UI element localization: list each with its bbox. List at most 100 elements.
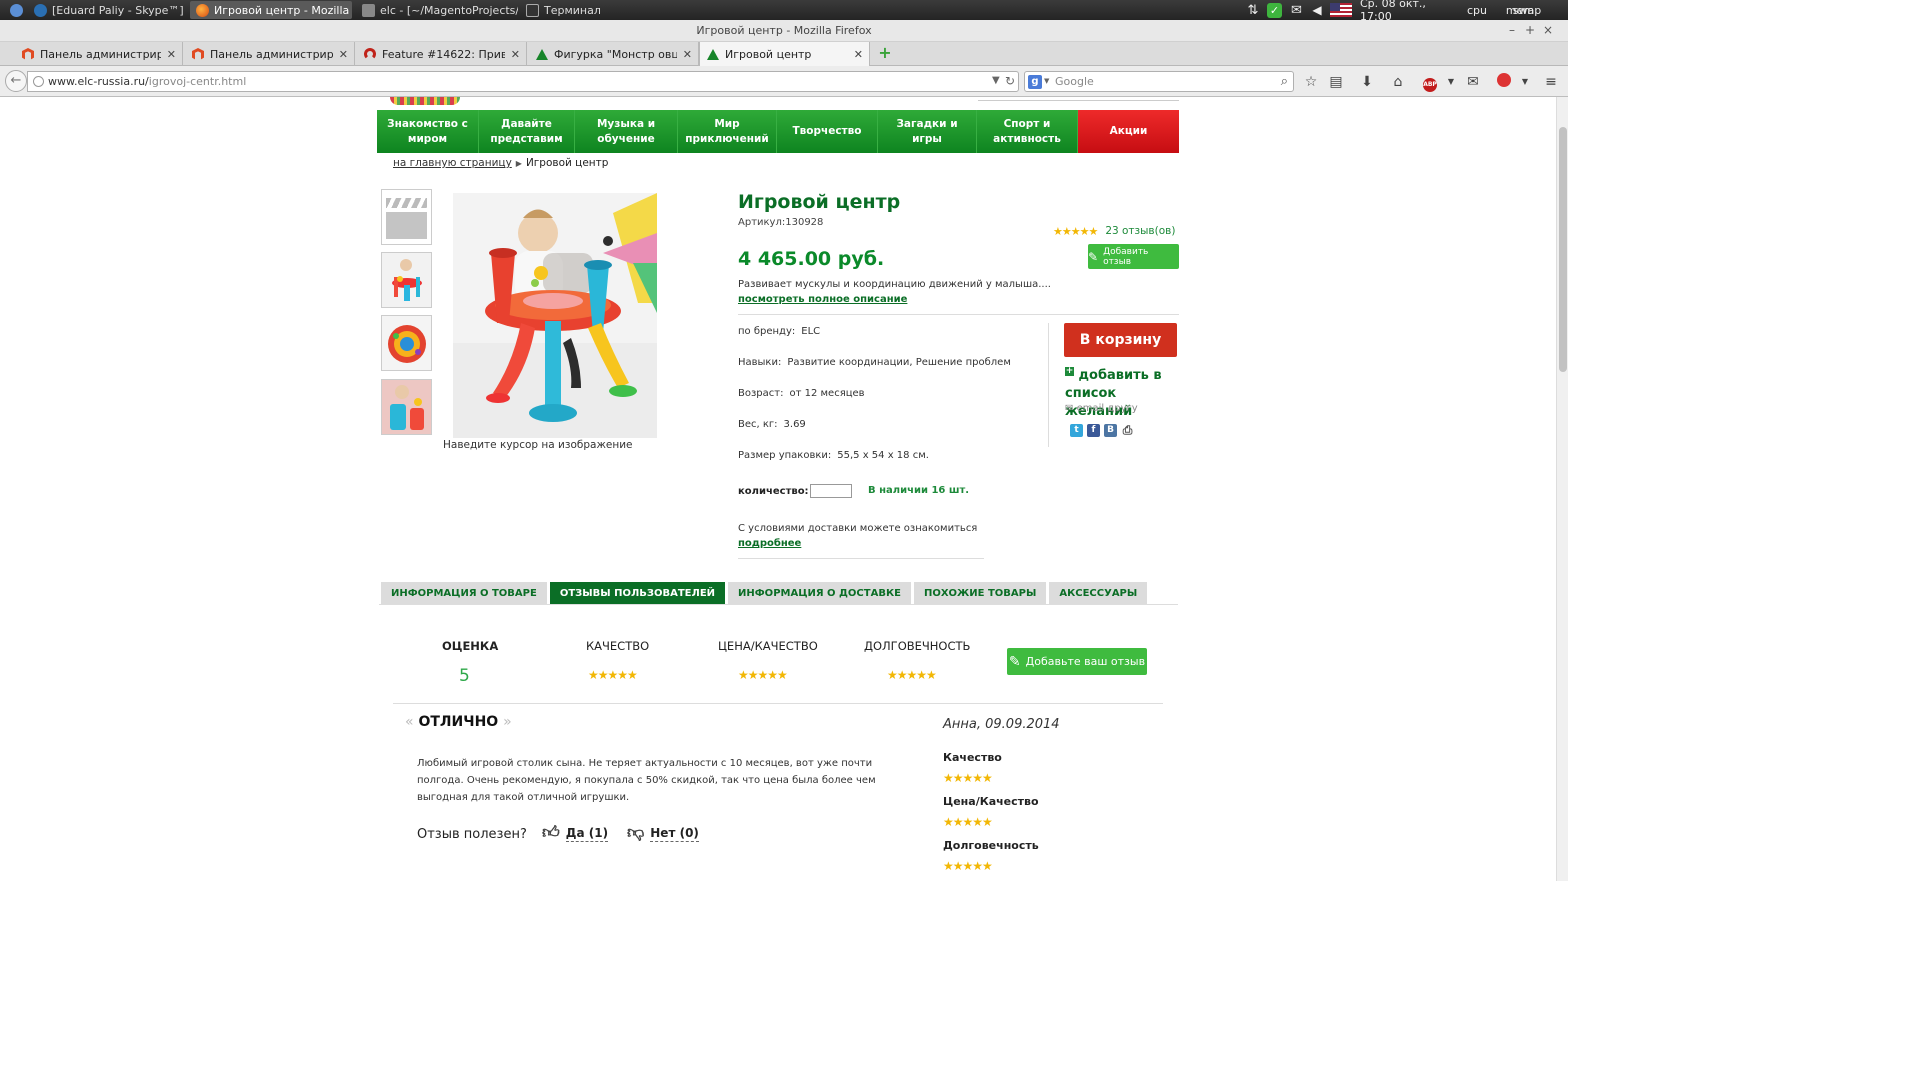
facebook-icon[interactable]: f <box>1087 424 1100 437</box>
attr-skills: Навыки: Развитие координации, Решение про… <box>738 357 1011 368</box>
gmail-icon[interactable]: ✉ <box>1464 73 1482 91</box>
video-thumbnail[interactable] <box>381 189 432 245</box>
helpful-no-button[interactable]: 👎︎ Нет (0) <box>627 825 699 842</box>
magento-icon <box>192 48 204 60</box>
thumbnail-image <box>382 380 431 434</box>
taskbar-item-label: [Eduard Paliy - Skype™] <box>52 3 184 17</box>
tab-user-reviews[interactable]: ОТЗЫВЫ ПОЛЬЗОВАТЕЛЕЙ <box>549 582 726 604</box>
divider <box>738 558 984 559</box>
print-icon[interactable]: ⎙ <box>1121 424 1134 437</box>
home-icon[interactable]: ⌂ <box>1389 73 1407 91</box>
browser-tab-redmine[interactable]: Feature #14622: Привя... ✕ <box>357 42 527 66</box>
network-icon[interactable]: ⇅ <box>1245 0 1261 20</box>
menu-item-creativity[interactable]: Творчество <box>777 110 878 153</box>
reviews-count-link[interactable]: 23 отзыв(ов) <box>1105 225 1175 237</box>
addon-dropdown-icon[interactable]: ▼ <box>1516 73 1534 91</box>
elc-icon <box>536 48 548 60</box>
breadcrumb-home-link[interactable]: на главную страницу <box>393 157 512 169</box>
product-thumbnail[interactable] <box>381 379 432 435</box>
addon-icon[interactable] <box>1495 73 1513 91</box>
close-tab-icon[interactable]: ✕ <box>511 48 520 61</box>
menu-item-adventure[interactable]: Мир приключений <box>678 110 777 153</box>
browser-tab-admin-1[interactable]: Панель администриро... ✕ <box>15 42 183 66</box>
search-icon[interactable]: ⌕ <box>1281 74 1288 89</box>
scrollbar-thumb[interactable] <box>1559 127 1567 372</box>
taskbar-item-terminal[interactable]: Терминал <box>520 1 610 19</box>
close-tab-icon[interactable]: ✕ <box>854 48 863 61</box>
reload-icon[interactable]: ↻ <box>1005 74 1015 88</box>
minimize-icon[interactable]: – <box>1504 22 1520 38</box>
add-review-button[interactable]: ✎ Добавить отзыв <box>1088 244 1179 269</box>
product-tabs: ИНФОРМАЦИЯ О ТОВАРЕ ОТЗЫВЫ ПОЛЬЗОВАТЕЛЕЙ… <box>381 582 1148 604</box>
editor-icon <box>362 3 375 17</box>
taskbar-item-firefox[interactable]: Игровой центр - Mozilla F... <box>190 1 352 19</box>
add-to-cart-button[interactable]: В корзину <box>1064 323 1177 357</box>
close-tab-icon[interactable]: ✕ <box>167 48 176 61</box>
review-author-date: Анна, 09.09.2014 <box>943 717 1060 732</box>
adblock-dropdown-icon[interactable]: ▼ <box>1442 73 1460 91</box>
keyboard-layout-flag-icon[interactable] <box>1329 0 1353 20</box>
vkontakte-icon[interactable]: B <box>1104 424 1117 437</box>
menu-item-puzzles[interactable]: Загадки и игры <box>878 110 977 153</box>
menu-item-explore[interactable]: Знакомство с миром <box>377 110 479 153</box>
close-tab-icon[interactable]: ✕ <box>683 48 692 61</box>
browser-tab-admin-2[interactable]: Панель администриро... ✕ <box>185 42 355 66</box>
hamburger-menu-icon[interactable]: ≡ <box>1542 73 1560 91</box>
search-bar[interactable]: g ▼ Google ⌕ <box>1024 71 1294 92</box>
bookmarks-list-icon[interactable]: ▤ <box>1327 73 1345 91</box>
new-tab-plus-icon[interactable]: + <box>877 45 893 62</box>
criterion-stars: ★★★★★ <box>943 859 993 873</box>
envelope-icon: ✉ <box>1065 403 1074 414</box>
quote-close-icon: » <box>503 714 512 730</box>
clock[interactable]: Ср. 08 окт., 17:00 <box>1360 0 1460 23</box>
volume-icon[interactable]: ◀ <box>1309 0 1325 20</box>
mail-icon[interactable]: ✉ <box>1288 0 1305 20</box>
system-menu-button[interactable] <box>4 1 26 19</box>
browser-tab-active[interactable]: Игровой центр ✕ <box>699 42 870 66</box>
criterion-label: Качество <box>943 751 1002 764</box>
product-thumbnail[interactable] <box>381 252 432 308</box>
close-tab-icon[interactable]: ✕ <box>339 48 348 61</box>
back-arrow-icon[interactable]: ← <box>5 70 27 92</box>
rating-stars: ★★★★★ <box>1053 224 1098 238</box>
quantity-input[interactable] <box>810 484 852 498</box>
tab-similar-products[interactable]: ПОХОЖИЕ ТОВАРЫ <box>913 582 1047 604</box>
cpu-monitor: cpu <box>1466 3 1487 17</box>
adblock-icon[interactable]: ABP <box>1421 73 1439 92</box>
shield-check-icon[interactable]: ✓ <box>1266 0 1283 20</box>
page-scrollbar[interactable] <box>1556 97 1568 881</box>
taskbar-item-skype[interactable]: [Eduard Paliy - Skype™] <box>28 1 186 19</box>
bookmark-star-icon[interactable]: ☆ <box>1302 73 1320 91</box>
menu-item-music[interactable]: Музыка и обучение <box>575 110 678 153</box>
product-thumbnail[interactable] <box>381 315 432 371</box>
menu-item-imagine[interactable]: Давайте представим <box>479 110 575 153</box>
add-your-review-button[interactable]: ✎ Добавьте ваш отзыв <box>1007 648 1147 675</box>
close-window-icon[interactable]: × <box>1540 22 1556 38</box>
delivery-more-link[interactable]: подробнее <box>738 538 801 549</box>
taskbar-item-editor[interactable]: elc - [~/MagentoProjects/el... <box>356 1 518 19</box>
browser-tab-monster[interactable]: Фигурка "Монстр овца" ✕ <box>529 42 699 66</box>
tab-accessories[interactable]: АКСЕССУАРЫ <box>1049 582 1148 604</box>
tab-delivery-info[interactable]: ИНФОРМАЦИЯ О ДОСТАВКЕ <box>728 582 911 604</box>
taskbar-item-label: Игровой центр - Mozilla F... <box>214 3 352 17</box>
engine-dropdown-icon[interactable]: ▼ <box>1044 77 1049 85</box>
full-description-link[interactable]: посмотреть полное описание <box>738 294 907 305</box>
download-icon[interactable]: ⬇ <box>1358 73 1376 91</box>
email-friend-link[interactable]: ✉ email другу <box>1065 403 1138 414</box>
helpful-yes-label: Да (1) <box>565 825 609 842</box>
tab-product-info[interactable]: ИНФОРМАЦИЯ О ТОВАРЕ <box>381 582 547 604</box>
url-bar[interactable]: www.elc-russia.ru/igrovoj-centr.html ▼ ↻ <box>27 71 1019 92</box>
maximize-icon[interactable]: + <box>1522 22 1538 38</box>
dropdown-arrow-icon[interactable]: ▼ <box>992 75 1000 86</box>
menu-item-promo[interactable]: Акции <box>1078 110 1179 153</box>
breadcrumb-arrow-icon: ▶ <box>515 159 522 168</box>
site-logo[interactable] <box>390 97 460 105</box>
menu-item-sport[interactable]: Спорт и активность <box>977 110 1078 153</box>
window-titlebar: Игровой центр - Mozilla Firefox – + × <box>0 20 1568 42</box>
tabs-underline <box>379 604 1178 605</box>
product-main-image[interactable] <box>453 193 657 438</box>
helpful-yes-button[interactable]: 👍︎ Да (1) <box>542 825 609 842</box>
video-clapper-icon <box>386 194 427 239</box>
product-photo <box>453 193 657 438</box>
twitter-icon[interactable]: t <box>1070 424 1083 437</box>
